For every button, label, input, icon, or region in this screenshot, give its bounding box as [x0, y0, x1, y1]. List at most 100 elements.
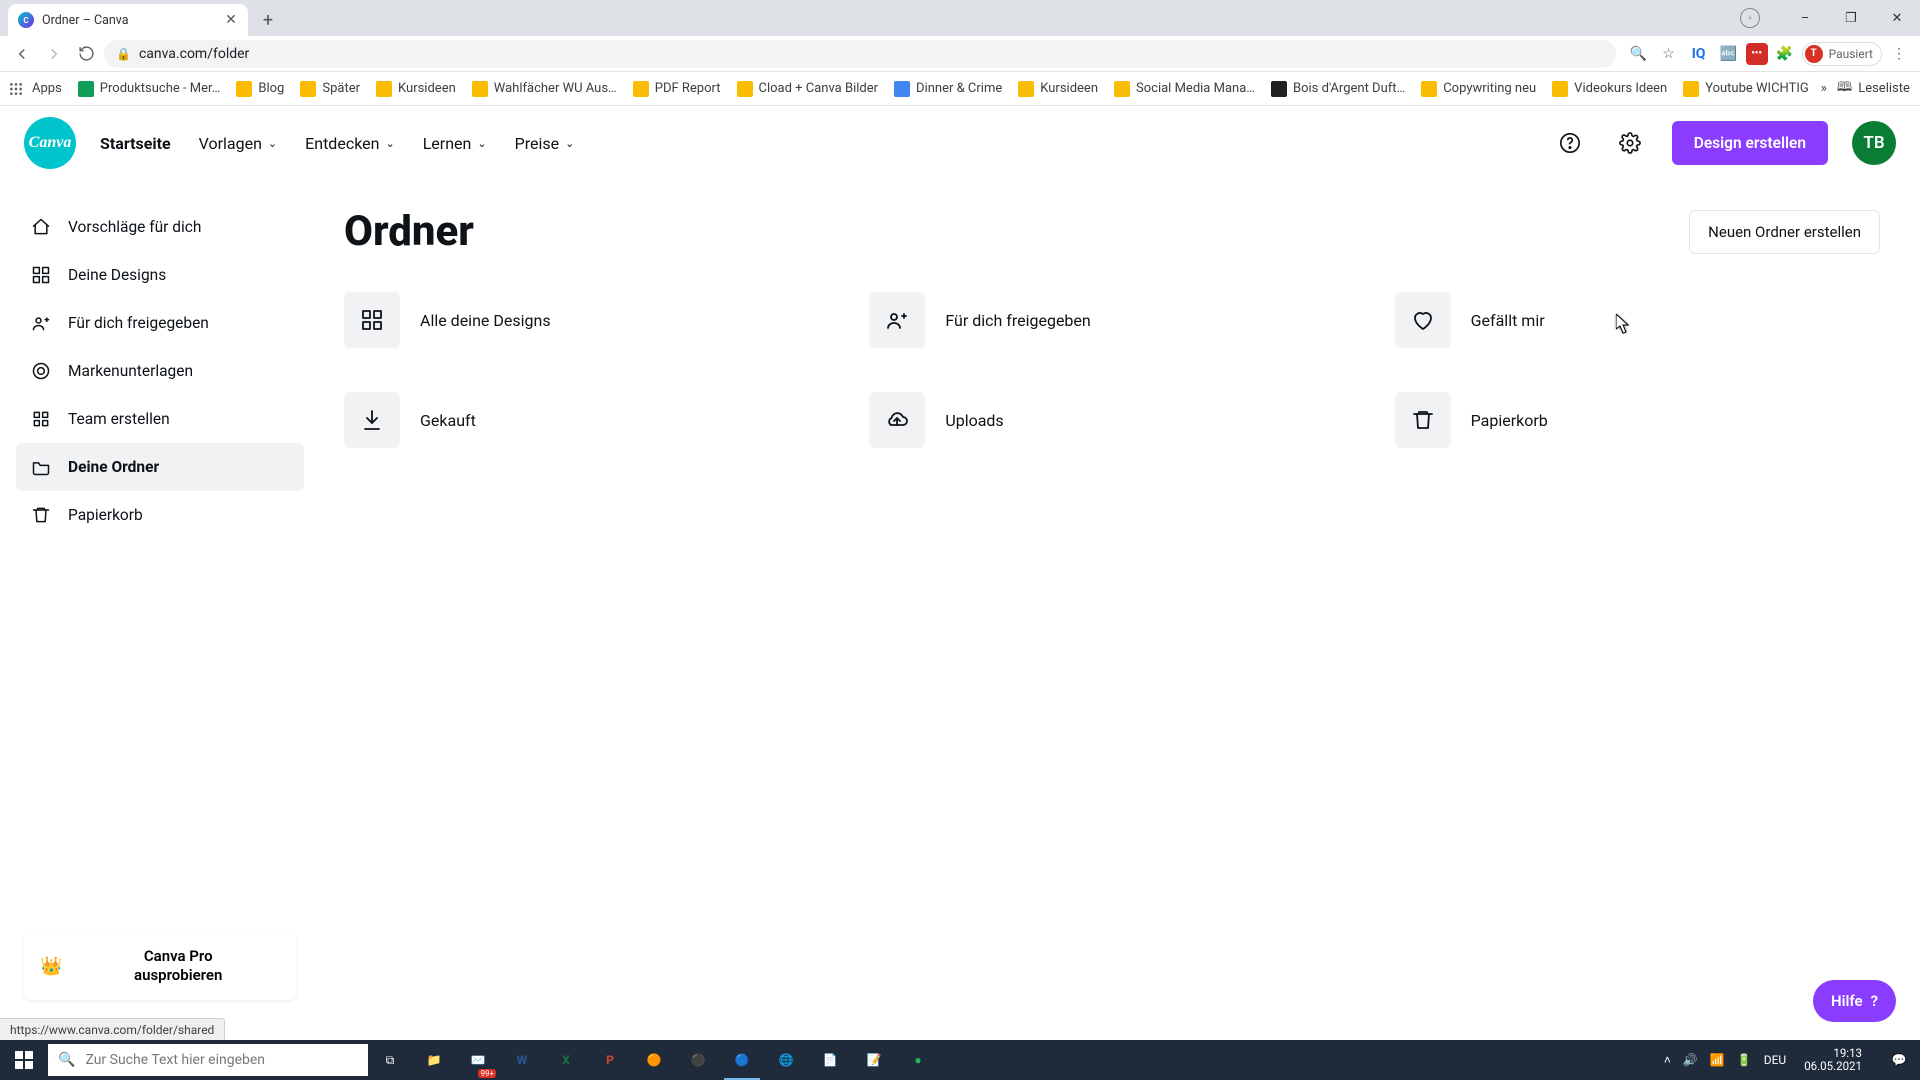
apps-label[interactable]: Apps	[26, 81, 68, 96]
bookmark-favicon-icon	[1421, 81, 1437, 97]
help-fab[interactable]: Hilfe ?	[1813, 980, 1896, 1022]
sidebar-item-share[interactable]: Für dich freigegeben	[16, 299, 304, 347]
nav-home-label: Startseite	[100, 134, 171, 153]
bookmark-item[interactable]: Bois d'Argent Duft…	[1263, 75, 1413, 103]
folder-card-download[interactable]: Gekauft	[344, 384, 829, 456]
word-icon[interactable]: W	[500, 1040, 544, 1080]
canva-pro-card[interactable]: 👑 Canva Pro ausprobieren	[24, 932, 296, 1000]
nav-forward-button[interactable]	[40, 40, 68, 68]
bookmark-item[interactable]: Kursideen	[368, 75, 464, 103]
user-avatar[interactable]: TB	[1852, 121, 1896, 165]
sidebar-item-label: Team erstellen	[68, 410, 170, 428]
bookmark-item[interactable]: Videokurs Ideen	[1544, 75, 1675, 103]
sidebar-item-label: Deine Ordner	[68, 458, 159, 476]
bookmarks-overflow-icon[interactable]: »	[1821, 81, 1827, 96]
help-fab-label: Hilfe	[1831, 992, 1863, 1010]
omnibox[interactable]: 🔒 canva.com/folder	[104, 40, 1616, 68]
bookmark-favicon-icon	[78, 81, 94, 97]
sidebar-item-team[interactable]: Team erstellen	[16, 395, 304, 443]
chrome-account-icon[interactable]: ◦	[1740, 8, 1760, 28]
nav-home[interactable]: Startseite	[100, 134, 171, 153]
extension-iq-icon[interactable]: IQ	[1686, 41, 1712, 67]
settings-gear-icon[interactable]	[1612, 125, 1648, 161]
bookmark-item[interactable]: PDF Report	[625, 75, 729, 103]
folder-card-grid[interactable]: Alle deine Designs	[344, 284, 829, 356]
bookmark-item[interactable]: Kursideen	[1010, 75, 1106, 103]
bookmark-label: Cload + Canva Bilder	[759, 81, 879, 96]
app-generic2-icon[interactable]: 📝	[852, 1040, 896, 1080]
window-minimize-button[interactable]: –	[1782, 0, 1828, 36]
create-design-label: Design erstellen	[1694, 134, 1806, 152]
help-icon[interactable]	[1552, 125, 1588, 161]
extension-translate-icon[interactable]: 🔤	[1716, 41, 1742, 67]
bookmark-item[interactable]: Youtube WICHTIG	[1675, 75, 1817, 103]
browser-tab-active[interactable]: C Ordner – Canva ✕	[8, 4, 248, 36]
bookmark-item[interactable]: Blog	[228, 75, 292, 103]
nav-discover[interactable]: Entdecken⌄	[305, 134, 395, 153]
taskbar-search[interactable]: 🔍 Zur Suche Text hier eingeben	[48, 1044, 368, 1076]
chrome-icon[interactable]: 🔵	[720, 1040, 764, 1080]
bookmark-favicon-icon	[1683, 81, 1699, 97]
new-tab-button[interactable]: +	[254, 6, 282, 34]
nav-pricing[interactable]: Preise⌄	[515, 134, 575, 153]
chrome-profile-chip[interactable]: T Pausiert	[1802, 42, 1882, 66]
cloud-icon	[869, 392, 925, 448]
tray-battery-icon[interactable]: 🔋	[1737, 1053, 1752, 1067]
canva-logo[interactable]: Canva	[24, 117, 76, 169]
sidebar-item-trash[interactable]: Papierkorb	[16, 491, 304, 539]
new-folder-button[interactable]: Neuen Ordner erstellen	[1689, 210, 1880, 254]
apps-grid-icon[interactable]	[8, 75, 24, 103]
bookmark-item[interactable]: Dinner & Crime	[886, 75, 1010, 103]
bookmark-favicon-icon	[633, 81, 649, 97]
bookmark-item[interactable]: Produktsuche - Mer…	[70, 75, 229, 103]
chrome-menu-icon[interactable]: ⋮	[1886, 41, 1912, 67]
window-close-button[interactable]: ✕	[1874, 0, 1920, 36]
bookmark-item[interactable]: Copywriting neu	[1413, 75, 1544, 103]
folder-label: Gekauft	[420, 411, 476, 430]
mail-icon[interactable]: ✉️ 99+	[456, 1040, 500, 1080]
main-content: Ordner Neuen Ordner erstellen Alle deine…	[320, 179, 1920, 1040]
bookmark-item[interactable]: Social Media Mana…	[1106, 75, 1263, 103]
action-center-icon[interactable]: 💬	[1878, 1040, 1920, 1080]
pro-card-text: Canva Pro ausprobieren	[76, 947, 280, 985]
spotify-icon[interactable]: ●	[896, 1040, 940, 1080]
folder-card-share[interactable]: Für dich freigegeben	[869, 284, 1354, 356]
folder-card-trash[interactable]: Papierkorb	[1395, 384, 1880, 456]
nav-reload-button[interactable]	[72, 40, 100, 68]
file-explorer-icon[interactable]: 📁	[412, 1040, 456, 1080]
zoom-icon[interactable]: 🔍	[1626, 41, 1652, 67]
extension-lastpass-icon[interactable]: •••	[1746, 43, 1768, 65]
sidebar-item-home[interactable]: Vorschläge für dich	[16, 203, 304, 251]
extensions-menu-icon[interactable]: 🧩	[1772, 41, 1798, 67]
powerpoint-icon[interactable]: P	[588, 1040, 632, 1080]
app-orange-icon[interactable]: 🟠	[632, 1040, 676, 1080]
sidebar-item-folder[interactable]: Deine Ordner	[16, 443, 304, 491]
sidebar-item-brand[interactable]: Markenunterlagen	[16, 347, 304, 395]
create-design-button[interactable]: Design erstellen	[1672, 121, 1828, 165]
bookmark-item[interactable]: Wahlfächer WU Aus…	[464, 75, 625, 103]
reading-list-button[interactable]: 🕮 Leseliste	[1829, 78, 1918, 100]
sidebar-item-label: Markenunterlagen	[68, 362, 193, 380]
tray-chevron-icon[interactable]: ˄	[1664, 1053, 1671, 1067]
bookmark-item[interactable]: Cload + Canva Bilder	[729, 75, 887, 103]
tray-volume-icon[interactable]: 🔊	[1683, 1053, 1698, 1067]
tab-close-icon[interactable]: ✕	[224, 13, 238, 27]
taskbar-clock[interactable]: 19:13 06.05.2021	[1798, 1047, 1868, 1073]
start-button[interactable]	[0, 1040, 48, 1080]
excel-icon[interactable]: X	[544, 1040, 588, 1080]
folder-card-cloud[interactable]: Uploads	[869, 384, 1354, 456]
bookmark-star-icon[interactable]: ☆	[1656, 41, 1682, 67]
nav-learn[interactable]: Lernen⌄	[423, 134, 487, 153]
app-generic1-icon[interactable]: 📄	[808, 1040, 852, 1080]
task-view-icon[interactable]: ⧉	[368, 1040, 412, 1080]
obs-icon[interactable]: ⚫	[676, 1040, 720, 1080]
bookmark-item[interactable]: Später	[292, 75, 368, 103]
nav-back-button[interactable]	[8, 40, 36, 68]
folder-card-heart[interactable]: Gefällt mir	[1395, 284, 1880, 356]
window-maximize-button[interactable]: ❐	[1828, 0, 1874, 36]
edge-icon[interactable]: 🌐	[764, 1040, 808, 1080]
tray-language[interactable]: DEU	[1764, 1053, 1786, 1067]
sidebar-item-grid[interactable]: Deine Designs	[16, 251, 304, 299]
nav-templates[interactable]: Vorlagen⌄	[199, 134, 278, 153]
tray-wifi-icon[interactable]: 📶	[1710, 1053, 1725, 1067]
